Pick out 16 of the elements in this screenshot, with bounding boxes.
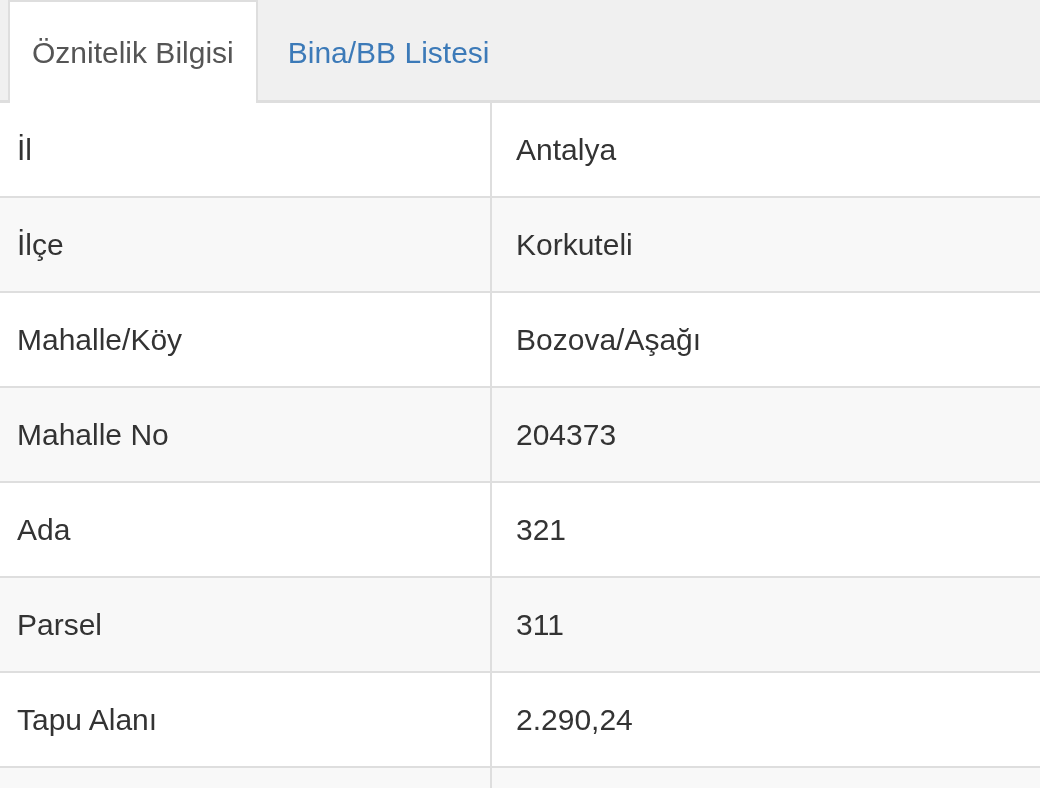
table-cell: 2.290,24 xyxy=(490,673,1040,766)
table-cell-text: İl xyxy=(16,131,33,168)
table-cell: Antalya xyxy=(490,103,1040,196)
table-cell-text: Tapu Alanı xyxy=(16,701,159,738)
table-cell: Korkuteli xyxy=(490,198,1040,291)
table-cell: 321 xyxy=(490,483,1040,576)
table-cell-text: Mahalle/Köy xyxy=(16,321,184,358)
table-cell-text: Mahalle No xyxy=(16,416,170,453)
table-cell: 311 xyxy=(490,578,1040,671)
tab[interactable]: Bina/BB Listesi xyxy=(257,3,520,103)
tab[interactable]: Öznitelik Bilgisi xyxy=(8,0,258,103)
table-cell-text: İlçe xyxy=(16,226,65,263)
table-cell-text: Ada xyxy=(16,511,72,548)
table-cell: Bozova/Aşağı xyxy=(490,293,1040,386)
table-cell: 204373 xyxy=(490,388,1040,481)
table-cell-text: Parsel xyxy=(16,606,104,643)
